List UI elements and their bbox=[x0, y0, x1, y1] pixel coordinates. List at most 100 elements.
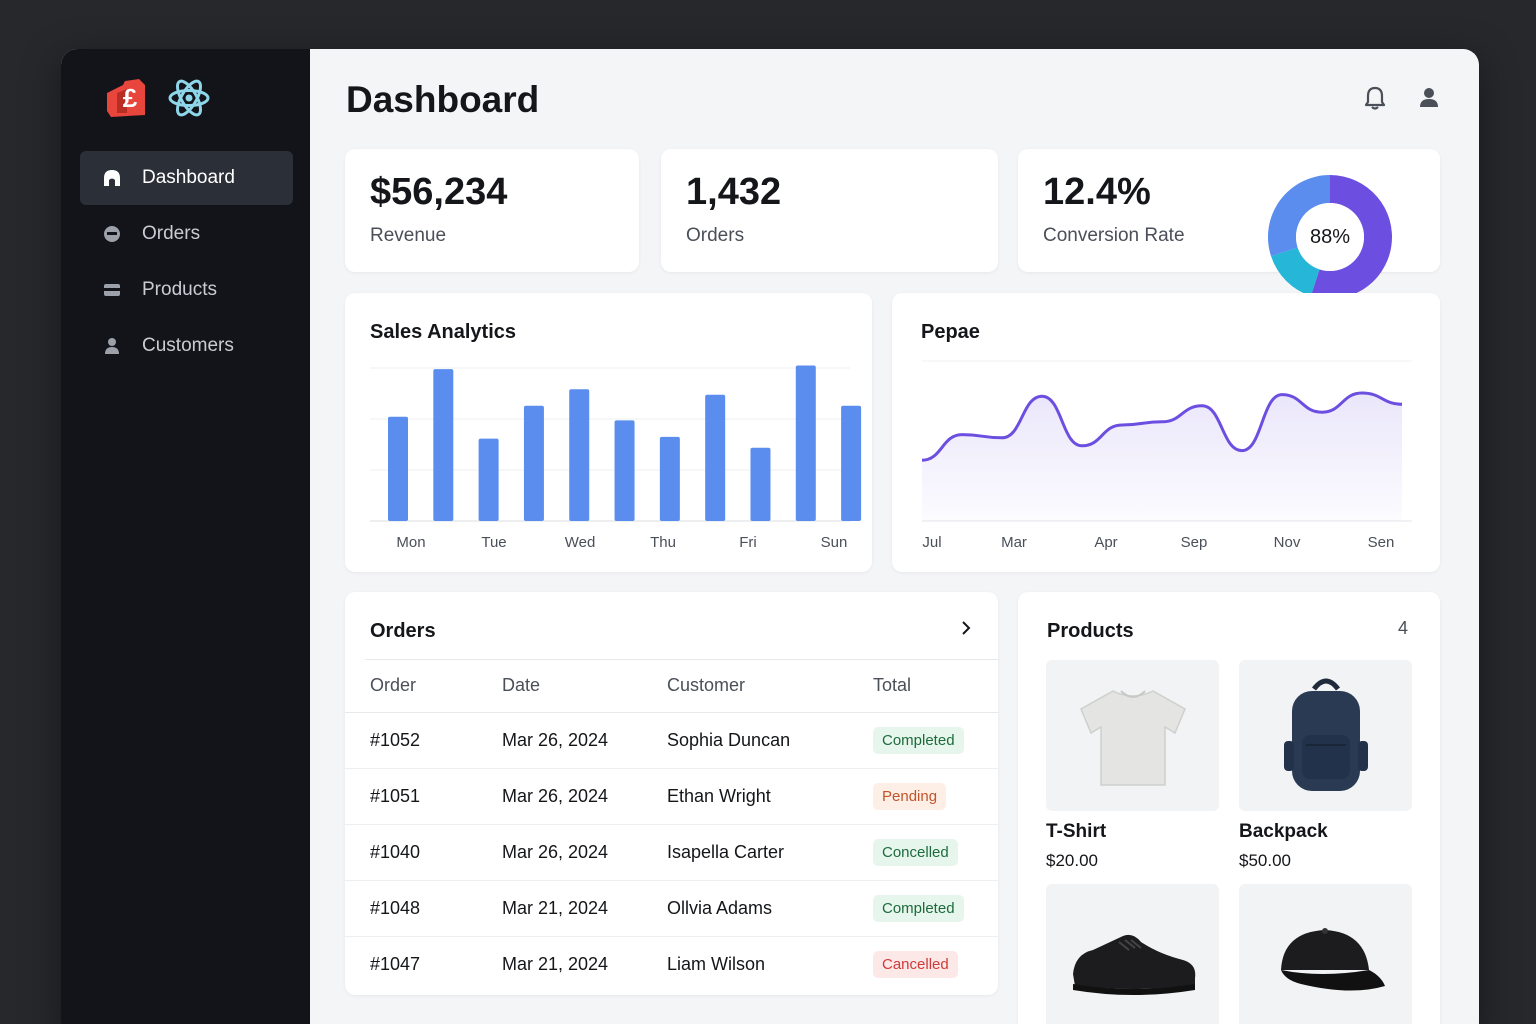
react-icon bbox=[168, 79, 210, 117]
order-date: Mar 26, 2024 bbox=[502, 824, 667, 881]
product-cap[interactable] bbox=[1239, 884, 1412, 1024]
x-tick-label: Sep bbox=[1180, 534, 1208, 551]
sidebar-item-label: Orders bbox=[142, 223, 201, 244]
tshirt-icon bbox=[1046, 660, 1219, 811]
table-row[interactable]: #1052 Mar 26, 2024 Sophia Duncan Complet… bbox=[345, 712, 998, 769]
conversion-label: Conversion Rate bbox=[1043, 225, 1185, 246]
col-order: Order bbox=[345, 660, 502, 713]
products-title: Products bbox=[1047, 620, 1134, 642]
order-id: #1052 bbox=[345, 712, 502, 769]
status-badge: Completed bbox=[873, 894, 964, 922]
order-customer: Ethan Wright bbox=[667, 768, 873, 825]
sidebar-nav: Dashboard Orders Products Customers bbox=[80, 151, 293, 375]
header-actions bbox=[1363, 85, 1441, 111]
x-tick-label: Sen bbox=[1367, 534, 1395, 551]
user-avatar-icon[interactable] bbox=[1417, 85, 1441, 111]
col-date: Date bbox=[502, 660, 667, 713]
card-icon bbox=[102, 280, 122, 300]
page-title: Dashboard bbox=[346, 79, 540, 120]
order-date: Mar 26, 2024 bbox=[502, 768, 667, 825]
bar bbox=[841, 405, 862, 521]
product-name: Backpack bbox=[1239, 821, 1328, 842]
status-badge: Cancelled bbox=[873, 950, 958, 978]
product-price: $20.00 bbox=[1046, 851, 1098, 870]
orders-value: 1,432 bbox=[686, 171, 782, 213]
x-tick-label: Mon bbox=[396, 534, 426, 551]
table-row[interactable]: #1048 Mar 21, 2024 Ollvia Adams Complete… bbox=[345, 880, 998, 937]
sales-analytics-card: Sales Analytics Mon Tue Wed Thu Fri Sun bbox=[345, 293, 872, 572]
order-date: Mar 21, 2024 bbox=[502, 953, 609, 974]
status-badge: Concelled bbox=[873, 838, 958, 866]
sidebar: £ Dashboard Orders Products Customers bbox=[61, 49, 310, 1024]
x-tick-label: Nov bbox=[1273, 534, 1301, 551]
order-customer: Sophia Duncan bbox=[667, 712, 873, 769]
sidebar-item-label: Customers bbox=[142, 335, 234, 356]
order-id: #1047 bbox=[370, 953, 421, 974]
x-tick-label: Apr bbox=[1094, 534, 1118, 551]
backpack-icon bbox=[1239, 660, 1412, 811]
order-date: Mar 21, 2024 bbox=[502, 880, 667, 937]
user-icon bbox=[102, 336, 122, 356]
bar bbox=[388, 416, 408, 521]
sidebar-item-products[interactable]: Products bbox=[80, 263, 293, 317]
app-window: £ Dashboard Orders Products Customers Da… bbox=[61, 49, 1479, 1024]
status-badge: Pending bbox=[873, 782, 947, 810]
revenue-value: $56,234 bbox=[370, 171, 508, 213]
product-sneaker[interactable] bbox=[1046, 884, 1219, 1024]
col-total: Total bbox=[873, 660, 998, 713]
sidebar-item-customers[interactable]: Customers bbox=[80, 319, 293, 373]
revenue-label: Revenue bbox=[370, 225, 447, 246]
svg-text:£: £ bbox=[123, 83, 138, 113]
x-tick-label: Jul bbox=[922, 534, 942, 551]
sidebar-item-orders[interactable]: Orders bbox=[80, 207, 293, 261]
x-tick-label: Fri bbox=[739, 534, 757, 551]
bar bbox=[750, 447, 771, 521]
order-customer: Isapella Carter bbox=[667, 824, 873, 881]
sales-bar-chart bbox=[370, 365, 862, 522]
bar bbox=[433, 369, 454, 521]
col-customer: Customer bbox=[667, 660, 873, 713]
table-row[interactable]: #1040 Mar 26, 2024 Isapella Carter Conce… bbox=[345, 824, 998, 881]
cap-icon bbox=[1239, 884, 1412, 1024]
orders-card: Orders Order Date Customer Total #1052 M… bbox=[345, 592, 998, 995]
sidebar-item-label: Products bbox=[142, 279, 217, 300]
product-price: $50.00 bbox=[1239, 851, 1291, 870]
bell-icon[interactable] bbox=[1363, 85, 1387, 111]
sidebar-item-dashboard[interactable]: Dashboard bbox=[80, 151, 293, 205]
table-row[interactable]: #1047 Mar 21, 2024 Liam Wilson Cancelled bbox=[345, 936, 998, 992]
table-row[interactable]: #1051 Mar 26, 2024 Ethan Wright Pending bbox=[345, 768, 998, 825]
sidebar-item-label: Dashboard bbox=[142, 167, 235, 188]
orders-table: Order Date Customer Total #1052 Mar 26, … bbox=[345, 660, 998, 992]
sneaker-icon bbox=[1046, 884, 1219, 1024]
bar bbox=[523, 405, 544, 521]
bar bbox=[478, 438, 499, 521]
pepae-card: Pepae Jul Mar Apr Sep Nov Sen bbox=[892, 293, 1440, 572]
x-tick-label: Mar bbox=[1001, 534, 1027, 551]
order-date: Mar 26, 2024 bbox=[502, 712, 667, 769]
revenue-card: $56,234 Revenue bbox=[345, 149, 639, 272]
products-card: Products 4 T-Shirt $20.00 Backpack $50.0… bbox=[1018, 592, 1440, 1024]
order-customer: Liam Wilson bbox=[667, 953, 766, 974]
main-content: Dashboard $56,234 Revenue 1,432 Orders 1… bbox=[310, 49, 1479, 1024]
orders-label: Orders bbox=[686, 225, 745, 246]
chevron-right-icon[interactable] bbox=[959, 620, 973, 636]
donut-center-label: 88% bbox=[1309, 225, 1351, 248]
table-header-row: Order Date Customer Total bbox=[345, 660, 998, 713]
conversion-card: 12.4% Conversion Rate 88% bbox=[1018, 149, 1440, 299]
bar bbox=[705, 394, 726, 521]
x-tick-label: Wed bbox=[564, 534, 596, 551]
order-id: #1040 bbox=[345, 824, 502, 881]
conversion-value: 12.4% bbox=[1043, 171, 1151, 213]
product-tshirt[interactable]: T-Shirt $20.00 bbox=[1046, 660, 1219, 871]
home-icon bbox=[102, 168, 122, 188]
orders-icon bbox=[102, 224, 122, 244]
orders-stat-card: 1,432 Orders bbox=[661, 149, 998, 272]
products-count: 4 bbox=[1397, 618, 1408, 638]
bar bbox=[795, 365, 816, 521]
product-backpack[interactable]: Backpack $50.00 bbox=[1239, 660, 1412, 871]
product-name: T-Shirt bbox=[1046, 821, 1107, 842]
x-tick-label: Thu bbox=[650, 534, 676, 551]
bar bbox=[569, 389, 590, 521]
x-tick-label: Sun bbox=[820, 534, 848, 551]
order-customer: Ollvia Adams bbox=[667, 880, 873, 937]
